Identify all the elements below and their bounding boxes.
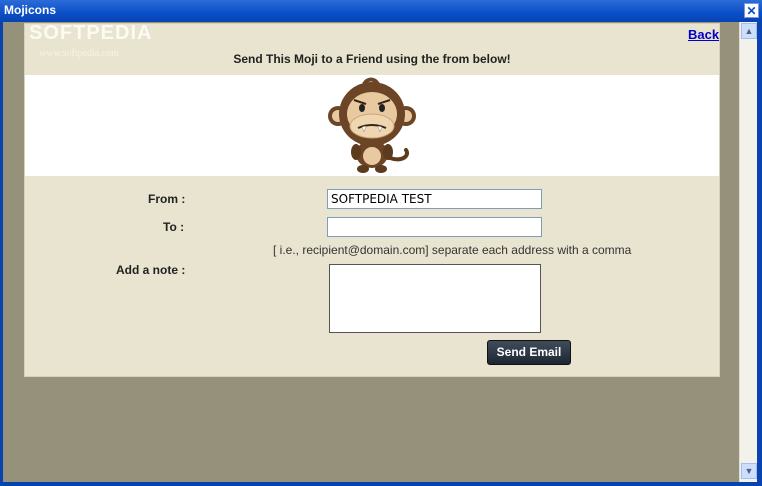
window-border-right: [757, 22, 762, 486]
window-border-bottom: [0, 482, 762, 486]
watermark-logo: SOFTPEDIA: [29, 22, 153, 44]
vertical-scrollbar[interactable]: ▲ ▼: [739, 22, 757, 482]
to-label: To :: [163, 220, 185, 234]
note-label: Add a note :: [116, 263, 186, 277]
to-field[interactable]: [327, 217, 542, 237]
scroll-up-icon[interactable]: ▲: [741, 23, 757, 39]
send-email-button[interactable]: Send Email: [487, 340, 571, 365]
back-link[interactable]: Back: [688, 27, 719, 42]
monkey-moji-image: [328, 77, 416, 173]
send-moji-panel: SOFTPEDIA www.softpedia.com Back Send Th…: [24, 22, 720, 377]
content-area: SOFTPEDIA www.softpedia.com Back Send Th…: [3, 22, 739, 482]
form-heading: Send This Moji to a Friend using the fro…: [233, 52, 511, 66]
from-field[interactable]: SOFTPEDIA TEST: [327, 189, 542, 209]
scroll-down-icon[interactable]: ▼: [741, 463, 757, 479]
window-title: Mojicons: [4, 3, 57, 17]
title-bar: Mojicons ✕: [0, 0, 762, 22]
moji-preview: [25, 75, 719, 176]
note-textarea[interactable]: [329, 264, 541, 333]
close-button[interactable]: ✕: [744, 3, 759, 18]
to-hint: [ i.e., recipient@domain.com] separate e…: [273, 243, 632, 257]
from-label: From :: [148, 192, 186, 206]
